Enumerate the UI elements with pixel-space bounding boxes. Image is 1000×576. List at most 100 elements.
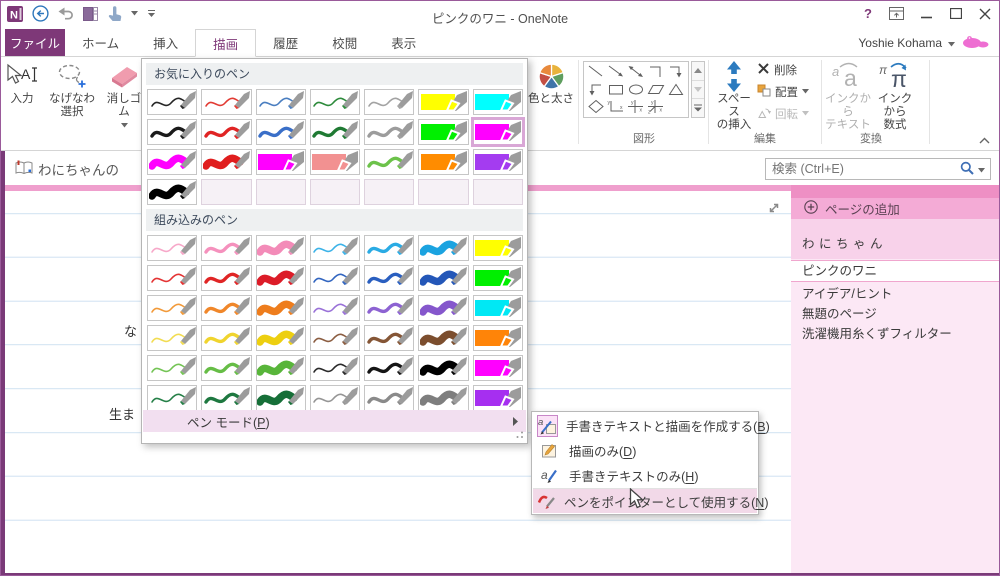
pen-swatch[interactable] bbox=[147, 385, 198, 411]
insert-space-button[interactable]: スペース の挿入 bbox=[712, 59, 756, 132]
onenote-logo-icon[interactable]: N bbox=[7, 5, 23, 22]
resize-grip-icon[interactable] bbox=[515, 428, 524, 442]
pen-swatch[interactable] bbox=[309, 89, 361, 115]
shape-corner-arrow-icon[interactable] bbox=[666, 63, 686, 80]
rotate-button[interactable]: 回転 bbox=[757, 104, 809, 123]
highlighter-swatch[interactable] bbox=[472, 235, 523, 261]
pen-swatch[interactable] bbox=[255, 295, 306, 321]
undo-icon[interactable] bbox=[58, 7, 74, 20]
page-tab[interactable]: アイデア/ヒント bbox=[791, 284, 999, 304]
collapse-ribbon-icon[interactable] bbox=[979, 133, 990, 147]
tab-file[interactable]: ファイル bbox=[5, 29, 65, 56]
shape-diamond-icon[interactable] bbox=[586, 98, 606, 115]
pen-swatch[interactable] bbox=[147, 179, 198, 205]
pen-swatch[interactable] bbox=[255, 265, 306, 291]
pen-swatch[interactable] bbox=[309, 265, 361, 291]
menu-item-mode-ink-and-draw[interactable]: a 手書きテキストと描画を作成する(B) bbox=[533, 413, 770, 438]
pen-swatch[interactable] bbox=[309, 295, 361, 321]
shape-double-arrow-icon[interactable] bbox=[626, 63, 646, 80]
tab-home[interactable]: ホーム bbox=[65, 29, 136, 56]
dock-icon[interactable] bbox=[83, 6, 98, 21]
pen-swatch[interactable] bbox=[255, 385, 306, 411]
expand-page-icon[interactable] bbox=[767, 201, 781, 218]
scroll-down-icon[interactable] bbox=[692, 80, 704, 100]
pen-swatch[interactable] bbox=[364, 325, 415, 351]
highlighter-swatch[interactable] bbox=[418, 89, 469, 115]
eraser-dropdown-icon[interactable] bbox=[120, 119, 128, 132]
shape-corner-icon[interactable] bbox=[646, 63, 666, 80]
pen-swatch[interactable] bbox=[364, 235, 415, 261]
ink-to-text-button[interactable]: aa インクから テキスト bbox=[825, 59, 871, 132]
lasso-select-button[interactable]: なげなわ 選択 bbox=[43, 59, 101, 119]
account-dropdown-icon[interactable] bbox=[948, 36, 955, 50]
highlighter-swatch[interactable] bbox=[472, 295, 523, 321]
page-tab[interactable]: ピンクのワニ bbox=[791, 260, 999, 282]
pen-swatch[interactable] bbox=[255, 119, 306, 145]
ink-to-math-button[interactable]: ππ インクから 数式 bbox=[873, 59, 917, 132]
pen-swatch[interactable] bbox=[418, 265, 469, 291]
qat-more-icon[interactable] bbox=[147, 9, 156, 18]
arrange-button[interactable]: 配置 bbox=[757, 82, 809, 101]
pen-swatch[interactable] bbox=[201, 355, 252, 381]
color-thickness-button[interactable]: 色と太さ bbox=[522, 59, 580, 106]
pen-swatch[interactable] bbox=[418, 235, 469, 261]
pen-swatch[interactable] bbox=[309, 235, 361, 261]
tab-insert[interactable]: 挿入 bbox=[136, 29, 195, 56]
shape-rectangle-icon[interactable] bbox=[606, 81, 626, 98]
pen-swatch[interactable] bbox=[201, 235, 252, 261]
shape-axes-3d-icon[interactable]: yx z bbox=[646, 98, 666, 115]
help-icon[interactable]: ? bbox=[864, 6, 872, 21]
pen-swatch[interactable] bbox=[364, 295, 415, 321]
shape-triangle-icon[interactable] bbox=[666, 81, 686, 98]
pen-swatch[interactable] bbox=[255, 235, 306, 261]
pen-swatch[interactable] bbox=[364, 89, 415, 115]
search-box[interactable] bbox=[765, 158, 991, 180]
pen-swatch[interactable] bbox=[201, 149, 252, 175]
shape-arrow-icon[interactable] bbox=[606, 63, 626, 80]
pen-swatch[interactable] bbox=[309, 119, 361, 145]
pen-swatch[interactable] bbox=[201, 325, 252, 351]
touch-mode-icon[interactable] bbox=[107, 5, 122, 22]
highlighter-swatch[interactable] bbox=[470, 117, 525, 147]
highlighter-swatch[interactable] bbox=[472, 149, 523, 175]
highlighter-swatch[interactable] bbox=[418, 149, 469, 175]
ribbon-options-icon[interactable] bbox=[889, 7, 904, 20]
pen-swatch[interactable] bbox=[364, 385, 415, 411]
highlighter-swatch[interactable] bbox=[309, 149, 361, 175]
touch-mode-dropdown-icon[interactable] bbox=[131, 11, 138, 16]
tab-review[interactable]: 校閲 bbox=[315, 29, 374, 56]
pen-swatch[interactable] bbox=[418, 295, 469, 321]
tab-draw[interactable]: 描画 bbox=[195, 29, 257, 57]
pen-swatch[interactable] bbox=[201, 295, 252, 321]
avatar[interactable] bbox=[961, 34, 989, 52]
back-icon[interactable] bbox=[32, 5, 49, 22]
pen-swatch[interactable] bbox=[364, 119, 415, 145]
pen-swatch[interactable] bbox=[147, 295, 198, 321]
page-tab[interactable]: 洗濯機用糸くずフィルター bbox=[791, 324, 999, 344]
highlighter-swatch[interactable] bbox=[472, 265, 523, 291]
type-tool-button[interactable]: A 入力 bbox=[3, 59, 41, 106]
pen-swatch[interactable] bbox=[418, 355, 469, 381]
arrange-dropdown-icon[interactable] bbox=[802, 87, 809, 96]
page-tab[interactable]: わにちゃん bbox=[791, 232, 999, 256]
tab-view[interactable]: 表示 bbox=[374, 29, 433, 56]
pen-swatch[interactable] bbox=[364, 265, 415, 291]
pen-swatch[interactable] bbox=[147, 149, 198, 175]
add-page-button[interactable]: ページの追加 bbox=[791, 198, 999, 219]
pen-swatch[interactable] bbox=[147, 355, 198, 381]
pen-swatch[interactable] bbox=[201, 119, 252, 145]
close-icon[interactable] bbox=[979, 8, 991, 20]
account-area[interactable]: Yoshie Kohama bbox=[858, 29, 989, 57]
shape-line-icon[interactable] bbox=[586, 63, 606, 80]
pen-swatch[interactable] bbox=[309, 325, 361, 351]
menu-item-mode-pen-pointer[interactable]: ペンをポインターとして使用する(N) bbox=[533, 488, 769, 513]
pen-swatch[interactable] bbox=[255, 325, 306, 351]
gallery-more-icon[interactable] bbox=[692, 99, 704, 118]
maximize-icon[interactable] bbox=[950, 8, 962, 19]
highlighter-swatch[interactable] bbox=[472, 355, 523, 381]
highlighter-swatch[interactable] bbox=[472, 325, 523, 351]
page-tab[interactable]: 無題のページ bbox=[791, 304, 999, 324]
pen-swatch[interactable] bbox=[255, 89, 306, 115]
highlighter-swatch[interactable] bbox=[255, 149, 306, 175]
highlighter-swatch[interactable] bbox=[472, 385, 523, 411]
